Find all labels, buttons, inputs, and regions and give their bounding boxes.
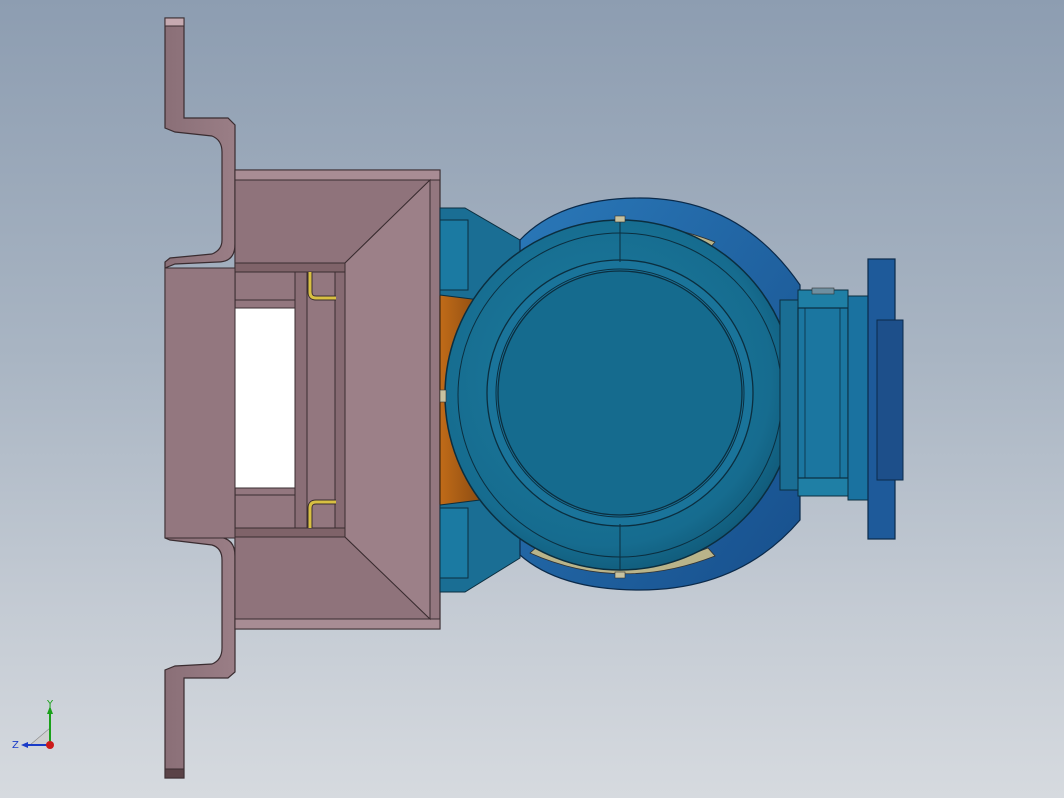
frame-top-cap <box>164 17 185 27</box>
base-frame[interactable] <box>164 17 441 779</box>
y-axis-label: Y <box>46 699 54 710</box>
gearbox-top-tab <box>811 287 835 295</box>
output-flange[interactable] <box>867 258 904 540</box>
frame-bottom-lip <box>234 618 441 630</box>
motor-housing[interactable] <box>439 197 801 593</box>
frame-top-lip <box>234 169 441 181</box>
frame-rail-bottom <box>234 527 346 538</box>
motor-face <box>497 270 743 516</box>
frame-rail-top <box>234 262 346 273</box>
frame-bottom-cap <box>164 768 185 779</box>
frame-window-jamb <box>294 271 308 529</box>
coordinate-triad: Y Z <box>12 699 54 751</box>
cad-model-drawing: Y Z <box>12 17 904 779</box>
z-axis-label: Z <box>12 740 19 751</box>
frame-strip-left <box>164 267 236 539</box>
cad-viewport[interactable]: Y Z <box>0 0 1064 798</box>
gearbox-body <box>797 307 849 479</box>
x-axis-icon <box>46 741 54 749</box>
bolt-bottom <box>614 571 626 579</box>
gearbox-neck <box>779 299 801 491</box>
flange-hub <box>876 319 904 481</box>
frame-window <box>234 307 296 489</box>
bolt-top <box>614 215 626 223</box>
gearbox-bottom-cap <box>797 477 849 497</box>
frame-inner-post <box>334 271 346 529</box>
